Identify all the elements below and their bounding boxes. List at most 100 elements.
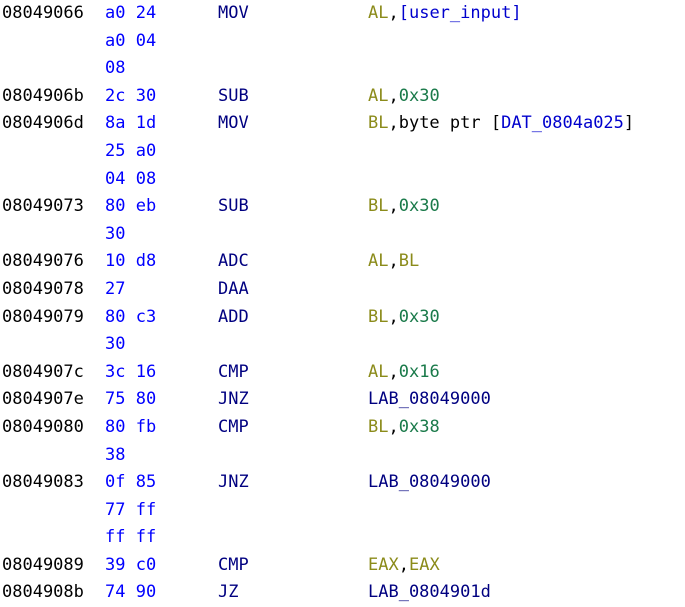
disassembly-line[interactable]: 0804906b 2c 30 SUB AL,0x30 xyxy=(0,83,685,111)
instruction-bytes: 25 a0 xyxy=(105,140,157,161)
instruction-bytes: 80 c3 xyxy=(105,306,157,327)
instruction-operands: BL,0x38 xyxy=(368,414,440,442)
instruction-bytes: 8a 1d xyxy=(105,113,157,134)
instruction-bytes: 10 d8 xyxy=(105,251,157,272)
instruction-mnemonic: CMP xyxy=(218,361,249,382)
disassembly-line[interactable]: 38 xyxy=(0,442,685,470)
instruction-bytes: 3c 16 xyxy=(105,361,157,382)
instruction-operands: AL,BL xyxy=(368,248,419,276)
operand-token-constant: 0x30 xyxy=(398,85,440,106)
instruction-bytes: 80 fb xyxy=(105,416,157,437)
operand-token-label[interactable]: LAB_08049000 xyxy=(368,472,491,492)
disassembly-line[interactable]: 08049073 80 eb SUB BL,0x30 xyxy=(0,193,685,221)
instruction-bytes: 74 90 xyxy=(105,582,157,603)
instruction-bytes: 0f 85 xyxy=(105,472,157,493)
instruction-mnemonic: ADD xyxy=(218,306,249,327)
instruction-operands: BL,0x30 xyxy=(368,304,440,332)
disassembly-line[interactable]: 08049080 80 fb CMP BL,0x38 xyxy=(0,414,685,442)
instruction-address: 08049073 xyxy=(2,196,84,217)
disassembly-line[interactable]: 04 08 xyxy=(0,166,685,194)
disassembly-line[interactable]: 08049066 a0 24 MOV AL,[user_input] xyxy=(0,0,685,28)
instruction-bytes: 2c 30 xyxy=(105,85,157,106)
instruction-address: 0804908b xyxy=(2,582,84,603)
instruction-address: 0804907e xyxy=(2,389,84,410)
operand-token-plain: ,byte ptr [ xyxy=(388,113,502,134)
instruction-bytes: 80 eb xyxy=(105,196,157,217)
operand-token-constant: 0x38 xyxy=(398,416,440,437)
operand-token-label[interactable]: LAB_0804901d xyxy=(368,582,491,602)
disassembly-line[interactable]: 08049083 0f 85 JNZ LAB_08049000 xyxy=(0,469,685,497)
disassembly-line[interactable]: 30 xyxy=(0,221,685,249)
instruction-bytes: a0 04 xyxy=(105,30,157,51)
disassembly-line[interactable]: ff ff xyxy=(0,524,685,552)
disassembly-line[interactable]: 08 xyxy=(0,55,685,83)
instruction-operands: BL,byte ptr [DAT_0804a025] xyxy=(368,110,634,138)
instruction-bytes: 04 08 xyxy=(105,168,157,189)
operand-token-plain: , xyxy=(388,306,399,327)
instruction-bytes: 27 xyxy=(105,278,126,299)
instruction-operands: BL,0x30 xyxy=(368,193,440,221)
instruction-bytes: 30 xyxy=(105,334,126,355)
operand-token-register: BL xyxy=(368,416,389,437)
operand-token-label[interactable]: LAB_08049000 xyxy=(368,389,491,409)
instruction-address: 08049079 xyxy=(2,306,84,327)
instruction-bytes: 38 xyxy=(105,444,126,465)
instruction-operands: LAB_0804901d xyxy=(368,579,491,607)
instruction-address: 08049066 xyxy=(2,3,84,23)
operand-token-register: BL xyxy=(368,306,389,327)
disassembly-line[interactable]: 08049076 10 d8 ADC AL,BL xyxy=(0,248,685,276)
instruction-mnemonic: MOV xyxy=(218,113,249,134)
instruction-operands: LAB_08049000 xyxy=(368,469,491,497)
operand-token-constant: 0x30 xyxy=(398,196,440,217)
instruction-address: 0804907c xyxy=(2,361,84,382)
operand-token-plain: , xyxy=(388,361,399,382)
disassembly-line[interactable]: 0804907e 75 80 JNZ LAB_08049000 xyxy=(0,386,685,414)
operand-token-constant: 0x30 xyxy=(398,306,440,327)
instruction-address: 0804906b xyxy=(2,85,84,106)
disassembly-line[interactable]: 08049078 27 DAA xyxy=(0,276,685,304)
instruction-mnemonic: SUB xyxy=(218,196,249,217)
operand-token-plain: ] xyxy=(623,113,635,134)
instruction-operands: LAB_08049000 xyxy=(368,386,491,414)
instruction-mnemonic: SUB xyxy=(218,85,249,106)
instruction-address: 08049078 xyxy=(2,278,84,299)
disassembly-line[interactable]: a0 04 xyxy=(0,28,685,56)
instruction-mnemonic: CMP xyxy=(218,554,249,575)
disassembly-line[interactable]: 08049079 80 c3 ADD BL,0x30 xyxy=(0,304,685,332)
operand-token-register: AL xyxy=(368,251,389,272)
instruction-mnemonic: MOV xyxy=(218,3,249,23)
operand-token-register: AL xyxy=(368,3,389,23)
instruction-mnemonic: JNZ xyxy=(218,472,249,493)
instruction-bytes: 30 xyxy=(105,223,126,244)
instruction-bytes: 77 ff xyxy=(105,499,157,520)
operand-token-symbol[interactable]: DAT_0804a025 xyxy=(501,113,624,133)
instruction-bytes: 08 xyxy=(105,58,126,79)
instruction-bytes: ff ff xyxy=(105,527,157,548)
disassembly-line[interactable]: 0804906d 8a 1d MOV BL,byte ptr [DAT_0804a02… xyxy=(0,110,685,138)
instruction-address: 08049089 xyxy=(2,554,84,575)
instruction-mnemonic: ADC xyxy=(218,251,249,272)
instruction-mnemonic: DAA xyxy=(218,278,249,299)
operand-token-plain: , xyxy=(388,196,399,217)
instruction-mnemonic: JNZ xyxy=(218,389,249,410)
operand-token-plain: , xyxy=(388,3,399,23)
disassembly-line[interactable]: 0804908b 74 90 JZ LAB_0804901d xyxy=(0,579,685,607)
instruction-address: 0804906d xyxy=(2,113,84,134)
instruction-operands: EAX,EAX xyxy=(368,552,440,580)
operand-token-symbol[interactable]: [user_input] xyxy=(399,3,522,23)
operand-token-register: AL xyxy=(368,85,389,106)
instruction-address: 08049083 xyxy=(2,472,84,493)
operand-token-constant: 0x16 xyxy=(398,361,440,382)
disassembly-line[interactable]: 30 xyxy=(0,331,685,359)
instruction-operands: AL,[user_input] xyxy=(368,0,522,28)
instruction-operands: AL,0x16 xyxy=(368,359,440,387)
disassembly-listing[interactable]: 08049066 a0 24 MOV AL,[user_input] a0 04 08 08… xyxy=(0,0,685,602)
disassembly-line[interactable]: 25 a0 xyxy=(0,138,685,166)
operand-token-plain: , xyxy=(388,251,399,272)
disassembly-line[interactable]: 0804907c 3c 16 CMP AL,0x16 xyxy=(0,359,685,387)
instruction-bytes: a0 24 xyxy=(105,3,157,23)
instruction-bytes: 39 c0 xyxy=(105,554,157,575)
operand-token-register: AL xyxy=(368,361,389,382)
disassembly-line[interactable]: 08049089 39 c0 CMP EAX,EAX xyxy=(0,552,685,580)
disassembly-line[interactable]: 77 ff xyxy=(0,497,685,525)
